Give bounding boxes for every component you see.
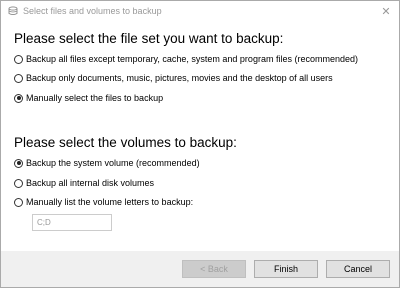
title-bar: Select files and volumes to backup ✕ <box>1 1 399 21</box>
radio-all-internal-volumes[interactable]: Backup all internal disk volumes <box>14 177 154 189</box>
volume-letters-input[interactable]: C;D <box>32 214 112 231</box>
radio-label: Backup all internal disk volumes <box>26 178 155 188</box>
volumes-heading: Please select the volumes to backup: <box>14 135 237 150</box>
radio-button[interactable] <box>14 73 23 83</box>
close-button[interactable]: ✕ <box>379 4 393 18</box>
file-set-heading: Please select the file set you want to b… <box>14 31 284 46</box>
back-button[interactable]: < Back <box>182 260 246 278</box>
radio-manual-files[interactable]: Manually select the files to backup <box>14 92 163 104</box>
radio-manual-volumes[interactable]: Manually list the volume letters to back… <box>14 196 193 208</box>
radio-backup-all-files[interactable]: Backup all files except temporary, cache… <box>14 53 358 65</box>
radio-label: Manually select the files to backup <box>26 93 164 103</box>
radio-label: Backup only documents, music, pictures, … <box>26 73 333 83</box>
disk-icon <box>8 6 18 16</box>
radio-label: Backup the system volume (recommended) <box>26 158 200 168</box>
radio-button[interactable] <box>14 178 23 188</box>
cancel-button[interactable]: Cancel <box>326 260 390 278</box>
radio-label: Manually list the volume letters to back… <box>26 197 194 207</box>
close-icon: ✕ <box>381 5 391 18</box>
radio-button[interactable] <box>14 197 23 207</box>
radio-button[interactable] <box>14 158 23 168</box>
radio-button[interactable] <box>14 54 23 64</box>
finish-button[interactable]: Finish <box>254 260 318 278</box>
backup-dialog: Select files and volumes to backup ✕ Ple… <box>0 0 400 288</box>
window-title: Select files and volumes to backup <box>23 6 162 16</box>
radio-button[interactable] <box>14 93 23 103</box>
radio-label: Backup all files except temporary, cache… <box>26 54 358 64</box>
radio-backup-documents[interactable]: Backup only documents, music, pictures, … <box>14 72 333 84</box>
radio-system-volume[interactable]: Backup the system volume (recommended) <box>14 157 200 169</box>
